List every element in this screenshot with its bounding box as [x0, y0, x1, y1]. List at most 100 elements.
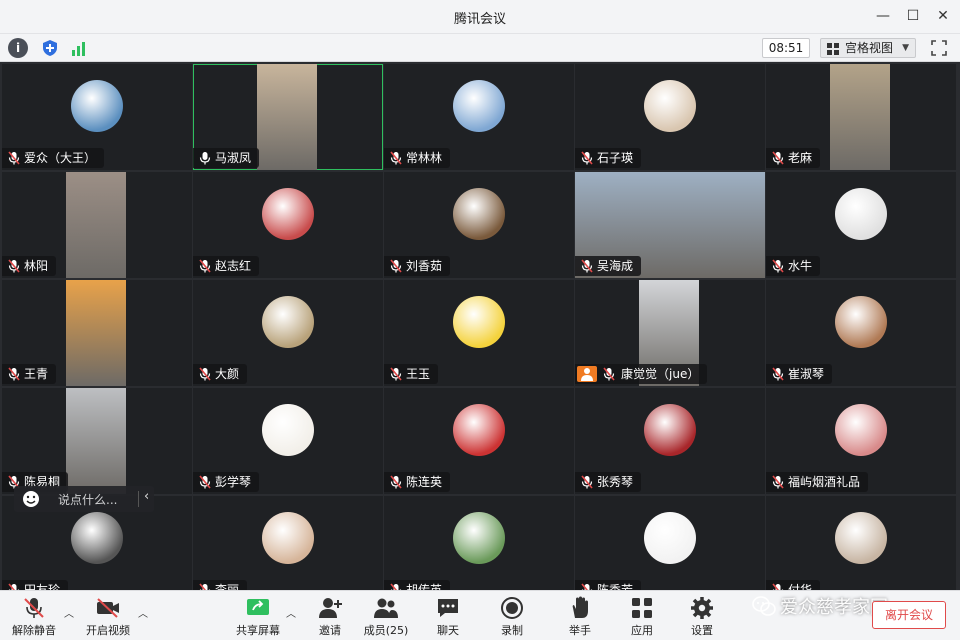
shield-icon[interactable] [40, 38, 60, 58]
mic-muted-icon [772, 475, 784, 489]
close-icon[interactable]: ✕ [932, 6, 954, 26]
participant-tile[interactable]: 老麻 [766, 64, 956, 170]
apps-icon [632, 598, 652, 618]
chevron-left-icon[interactable]: ‹ [144, 489, 149, 504]
info-icon[interactable]: i [8, 38, 28, 58]
chat-input-strip[interactable]: 说点什么... ‹ [14, 486, 154, 512]
participant-name: 陈连英 [406, 475, 443, 489]
participant-tile[interactable]: 水牛 [766, 172, 956, 278]
raise-hand-button[interactable]: 举手 [550, 594, 610, 638]
participant-tile[interactable]: 赵志红 [193, 172, 383, 278]
avatar [453, 188, 505, 240]
participant-tile[interactable]: 林阳 [2, 172, 192, 278]
participant-name-tag: 陈连英 [384, 472, 451, 492]
chevron-up-icon[interactable]: ︿ [64, 605, 74, 620]
participant-name-tag: 刘香茹 [384, 256, 451, 276]
participant-name-tag: 大颜 [193, 364, 248, 384]
avatar [644, 80, 696, 132]
gear-icon [691, 597, 713, 619]
unmute-button[interactable]: 解除静音 [4, 594, 64, 638]
participant-tile[interactable]: 常林林 [384, 64, 574, 170]
fullscreen-icon[interactable] [930, 39, 948, 57]
avatar [453, 80, 505, 132]
participant-name-tag: 王玉 [384, 364, 439, 384]
avatar [835, 188, 887, 240]
participant-tile[interactable]: 陈易桐 [2, 388, 192, 494]
participant-tile[interactable]: 李丽 [193, 496, 383, 602]
bottom-control-bar: 解除静音 ︿ 开启视频 ︿ 共享屏幕 ︿ 邀请 成员(25) 聊天 录制 举手 … [0, 590, 960, 640]
participant-name: 水牛 [788, 259, 813, 273]
mic-muted-icon [581, 151, 593, 165]
participant-name-tag: 赵志红 [193, 256, 260, 276]
participant-tile[interactable]: 彭学琴 [193, 388, 383, 494]
video-button[interactable]: 开启视频 [78, 594, 138, 638]
mic-muted-icon [199, 259, 211, 273]
record-button[interactable]: 录制 [482, 594, 542, 638]
record-icon [501, 597, 523, 619]
mic-icon [199, 151, 211, 165]
participant-name: 吴海成 [597, 259, 634, 273]
chevron-down-icon: ▼ [902, 43, 909, 53]
view-mode-label: 宫格视图 [845, 41, 894, 55]
participant-name: 大颜 [215, 367, 240, 381]
participant-tile[interactable]: 付华 [766, 496, 956, 602]
chat-button[interactable]: 聊天 [418, 594, 478, 638]
avatar [262, 188, 314, 240]
chevron-up-icon[interactable]: ︿ [138, 605, 148, 620]
participant-name: 康觉觉（jue） [621, 367, 700, 381]
minimize-icon[interactable]: — [872, 6, 894, 26]
chat-placeholder[interactable]: 说点什么... [58, 491, 117, 508]
avatar [262, 512, 314, 564]
emoji-icon[interactable] [22, 490, 40, 508]
participant-tile[interactable]: 胡传英 [384, 496, 574, 602]
leave-meeting-button[interactable]: 离开会议 [872, 601, 946, 629]
participant-name: 马淑凤 [215, 151, 252, 165]
participant-tile[interactable]: 陈连英 [384, 388, 574, 494]
mic-muted-icon [581, 475, 593, 489]
invite-button[interactable]: 邀请 [300, 594, 360, 638]
participant-tile[interactable]: 王玉 [384, 280, 574, 386]
members-button[interactable]: 成员(25) [356, 594, 416, 638]
maximize-icon[interactable]: ☐ [902, 6, 924, 26]
participant-tile[interactable]: 陈秀芳 [575, 496, 765, 602]
participant-tile[interactable]: 马淑凤 [193, 64, 383, 170]
mic-muted-icon [581, 259, 593, 273]
mic-muted-icon [24, 598, 44, 618]
avatar [262, 296, 314, 348]
apps-button[interactable]: 应用 [612, 594, 672, 638]
participant-name-tag: 崔淑琴 [766, 364, 833, 384]
avatar [835, 296, 887, 348]
video-label: 开启视频 [86, 624, 130, 637]
participant-tile[interactable]: 福屿烟酒礼品 [766, 388, 956, 494]
avatar [262, 404, 314, 456]
participant-tile[interactable]: 爱众（大王） [2, 64, 192, 170]
grid-view-icon [827, 43, 839, 55]
chat-bubble-icon [438, 599, 458, 617]
share-screen-button[interactable]: 共享屏幕 [228, 594, 288, 638]
participant-tile[interactable]: 刘香茹 [384, 172, 574, 278]
signal-icon[interactable] [70, 38, 90, 58]
participant-name: 刘香茹 [406, 259, 443, 273]
settings-button[interactable]: 设置 [672, 594, 732, 638]
mic-muted-icon [8, 259, 20, 273]
view-mode-dropdown[interactable]: 宫格视图 ▼ [820, 38, 916, 58]
participant-tile[interactable]: 王青 [2, 280, 192, 386]
participant-tile[interactable]: 吴海成 [575, 172, 765, 278]
participant-tile[interactable]: 崔淑琴 [766, 280, 956, 386]
chevron-up-icon[interactable]: ︿ [286, 605, 296, 620]
participant-name-tag: 常林林 [384, 148, 451, 168]
participant-video [830, 64, 890, 170]
participant-tile[interactable]: 张秀琴 [575, 388, 765, 494]
participant-tile[interactable]: 康觉觉（jue） [575, 280, 765, 386]
members-icon [374, 598, 398, 618]
participant-tile[interactable]: 大颜 [193, 280, 383, 386]
add-user-icon [319, 598, 342, 618]
wechat-icon [752, 596, 776, 616]
participant-name: 常林林 [406, 151, 443, 165]
share-screen-label: 共享屏幕 [236, 624, 280, 637]
participant-name-tag: 爱众（大王） [2, 148, 105, 168]
mic-muted-icon [390, 259, 402, 273]
watermark: 爱众慈孝家园 [752, 593, 888, 619]
participant-name: 崔淑琴 [788, 367, 825, 381]
participant-tile[interactable]: 石子瑛 [575, 64, 765, 170]
